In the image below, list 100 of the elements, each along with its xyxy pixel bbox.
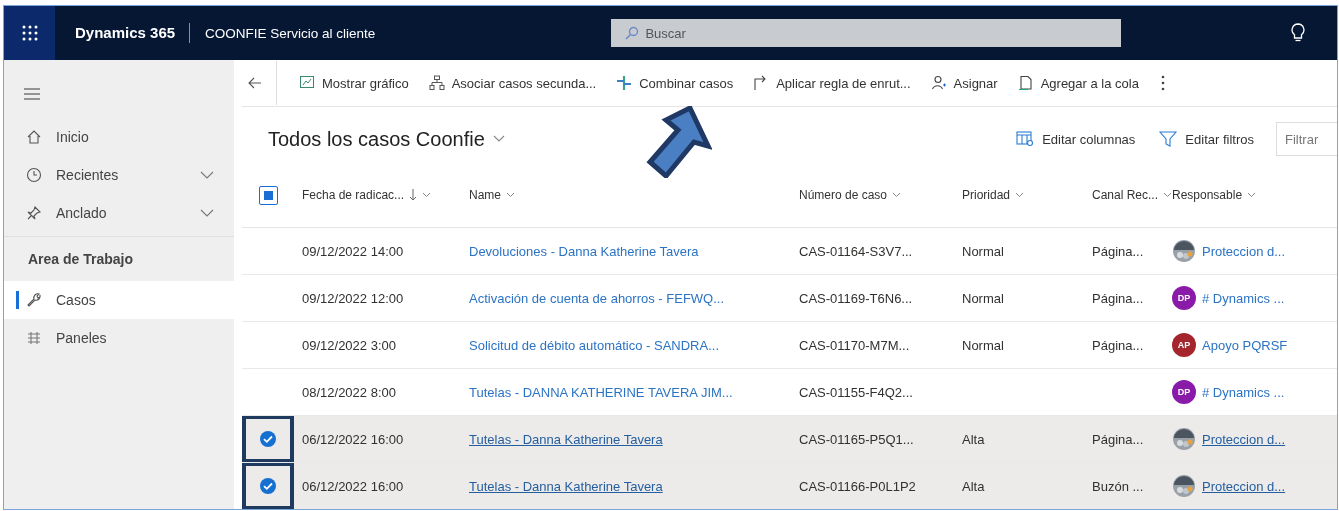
- table-cell: Página...: [1092, 243, 1144, 259]
- table-row[interactable]: 09/12/2022 12:00 Activación de cuenta de ahorros - FEFWQ... CAS-01169-T6N6... Normal Página... DP # Dynamics ...: [242, 275, 1337, 322]
- table-cell: Página...: [1092, 290, 1144, 306]
- merge-icon: [616, 75, 633, 91]
- table-cell: 09/12/2022 3:00: [302, 337, 396, 353]
- table-cell: Normal: [962, 337, 1004, 353]
- filter-field[interactable]: Filtrar: [1276, 122, 1337, 156]
- chevron-down-icon: [892, 192, 902, 198]
- view-action-button[interactable]: Editar columnas: [1004, 131, 1148, 147]
- owner-link[interactable]: Apoyo PQRSF: [1202, 337, 1288, 353]
- view-action-button[interactable]: Editar filtros: [1147, 131, 1266, 147]
- tree-icon: [428, 75, 445, 91]
- column-header[interactable]: Número de caso: [799, 188, 902, 202]
- menu-icon[interactable]: [24, 88, 40, 100]
- app-launcher-button[interactable]: [4, 6, 55, 60]
- column-header[interactable]: Name: [469, 188, 515, 202]
- column-header[interactable]: Canal Rec...: [1092, 188, 1173, 202]
- chevron-down-icon: [422, 192, 432, 198]
- search-field[interactable]: Buscar: [611, 19, 1122, 47]
- sidebar-item[interactable]: Casos: [4, 281, 234, 319]
- owner-link[interactable]: # Dynamics ...: [1202, 290, 1285, 306]
- pin-icon: [26, 205, 42, 221]
- avatar-initials: AP: [1172, 333, 1196, 357]
- table-row[interactable]: 09/12/2022 14:00 Devoluciones - Danna Katherine Tavera CAS-01164-S3V7... Normal Página... Proteccion d...: [242, 228, 1337, 275]
- chevron-down-icon[interactable]: [200, 209, 214, 217]
- avatar-initials: DP: [1172, 286, 1196, 310]
- case-link[interactable]: Devoluciones - Danna Katherine Tavera: [469, 243, 699, 259]
- chevron-down-icon: [1163, 192, 1173, 198]
- sidebar-item[interactable]: Inicio: [4, 118, 234, 156]
- case-link[interactable]: Tutelas - DANNA KATHERINE TAVERA JIM...: [469, 384, 733, 400]
- table-cell: 08/12/2022 8:00: [302, 384, 396, 400]
- waffle-icon: [21, 25, 38, 41]
- table-cell: CAS-01165-P5Q1...: [799, 431, 914, 447]
- table-cell: CAS-01155-F4Q2...: [799, 384, 913, 400]
- columns-icon: [1016, 131, 1035, 147]
- column-header[interactable]: Responsable: [1172, 188, 1257, 202]
- lightbulb-icon[interactable]: [1291, 23, 1305, 43]
- column-header[interactable]: Fecha de radicac...: [302, 188, 432, 202]
- queue-icon: [1017, 75, 1034, 91]
- table-cell: Alta: [962, 478, 985, 494]
- table-cell: Buzón ...: [1092, 478, 1144, 494]
- view-selector[interactable]: Todos los casos Coonfie: [242, 126, 511, 152]
- table-cell: Página...: [1092, 431, 1144, 447]
- command-button[interactable]: Mostrar gráfico: [289, 63, 419, 103]
- checked-circle-icon[interactable]: [259, 430, 277, 448]
- table-row[interactable]: 09/12/2022 3:00 Solicitud de débito automático - SANDRA... CAS-01170-M7M... Normal Página... AP Apoyo PQRSF: [242, 322, 1337, 369]
- owner-link[interactable]: # Dynamics ...: [1202, 384, 1285, 400]
- avatar-initials: DP: [1172, 380, 1196, 404]
- wrench-icon: [26, 292, 42, 308]
- table-cell: 09/12/2022 14:00: [302, 243, 404, 259]
- table-row[interactable]: 06/12/2022 16:00 Tutelas - Danna Katherine Tavera CAS-01165-P5Q1... Alta Página... Proteccion d...: [242, 416, 1337, 463]
- case-link[interactable]: Solicitud de débito automático - SANDRA...: [469, 337, 719, 353]
- filter-icon: [1159, 131, 1178, 147]
- app-name[interactable]: Dynamics 365: [55, 23, 191, 43]
- owner-link[interactable]: Proteccion d...: [1202, 478, 1286, 494]
- table-cell: Alta: [962, 431, 985, 447]
- table-cell: 06/12/2022 16:00: [302, 478, 404, 494]
- case-link[interactable]: Activación de cuenta de ahorros - FEFWQ...: [469, 290, 725, 306]
- table-cell: CAS-01169-T6N6...: [799, 290, 913, 306]
- case-link[interactable]: Tutelas - Danna Katherine Tavera: [469, 478, 663, 494]
- sidebar-item[interactable]: Anclado: [4, 194, 234, 232]
- table-row[interactable]: 06/12/2022 16:00 Tutelas - Danna Katherine Tavera CAS-01166-P0L1P2 Alta Buzón ... Proteccion d...: [242, 463, 1337, 509]
- table-cell: CAS-01170-M7M...: [799, 337, 910, 353]
- clock-icon: [26, 167, 42, 183]
- chevron-down-icon: [1247, 192, 1257, 198]
- chevron-down-icon: [506, 192, 515, 198]
- table-cell: Normal: [962, 243, 1004, 259]
- command-button[interactable]: Agregar a la cola: [1007, 63, 1149, 103]
- sidebar-item[interactable]: Paneles: [4, 319, 234, 357]
- person-icon: [930, 75, 947, 91]
- command-button[interactable]: Asignar: [920, 63, 1008, 103]
- chevron-down-icon: [1015, 192, 1025, 198]
- command-button[interactable]: Aplicar regla de enrut...: [743, 63, 921, 103]
- owner-link[interactable]: Proteccion d...: [1202, 431, 1286, 447]
- avatar-icon: [1172, 239, 1196, 263]
- table-cell: 06/12/2022 16:00: [302, 431, 404, 447]
- table-cell: Página...: [1092, 337, 1144, 353]
- avatar-icon: [1172, 474, 1196, 498]
- app-area-title: COONFIE Servicio al cliente: [204, 25, 376, 41]
- avatar-icon: [1172, 427, 1196, 451]
- home-icon: [26, 129, 42, 145]
- owner-link[interactable]: Proteccion d...: [1202, 243, 1286, 259]
- table-cell: CAS-01164-S3V7...: [799, 243, 913, 259]
- chart-icon: [299, 75, 315, 91]
- checked-circle-icon[interactable]: [259, 477, 277, 495]
- chevron-down-icon: [492, 135, 505, 143]
- case-link[interactable]: Tutelas - Danna Katherine Tavera: [469, 431, 663, 447]
- column-header[interactable]: Prioridad: [962, 188, 1025, 202]
- search-icon: [625, 26, 640, 40]
- sidebar-item[interactable]: Recientes: [4, 156, 234, 194]
- select-all-checkbox[interactable]: [258, 185, 278, 205]
- panels-icon: [26, 330, 42, 346]
- more-icon[interactable]: [1160, 75, 1165, 91]
- table-cell: Normal: [962, 290, 1004, 306]
- command-button[interactable]: Asociar casos secunda...: [418, 63, 607, 103]
- chevron-down-icon[interactable]: [200, 171, 214, 179]
- table-cell: 09/12/2022 12:00: [302, 290, 404, 306]
- table-cell: CAS-01166-P0L1P2: [799, 478, 916, 494]
- command-button[interactable]: Combinar casos: [606, 63, 744, 103]
- sort-down-icon: [409, 189, 418, 201]
